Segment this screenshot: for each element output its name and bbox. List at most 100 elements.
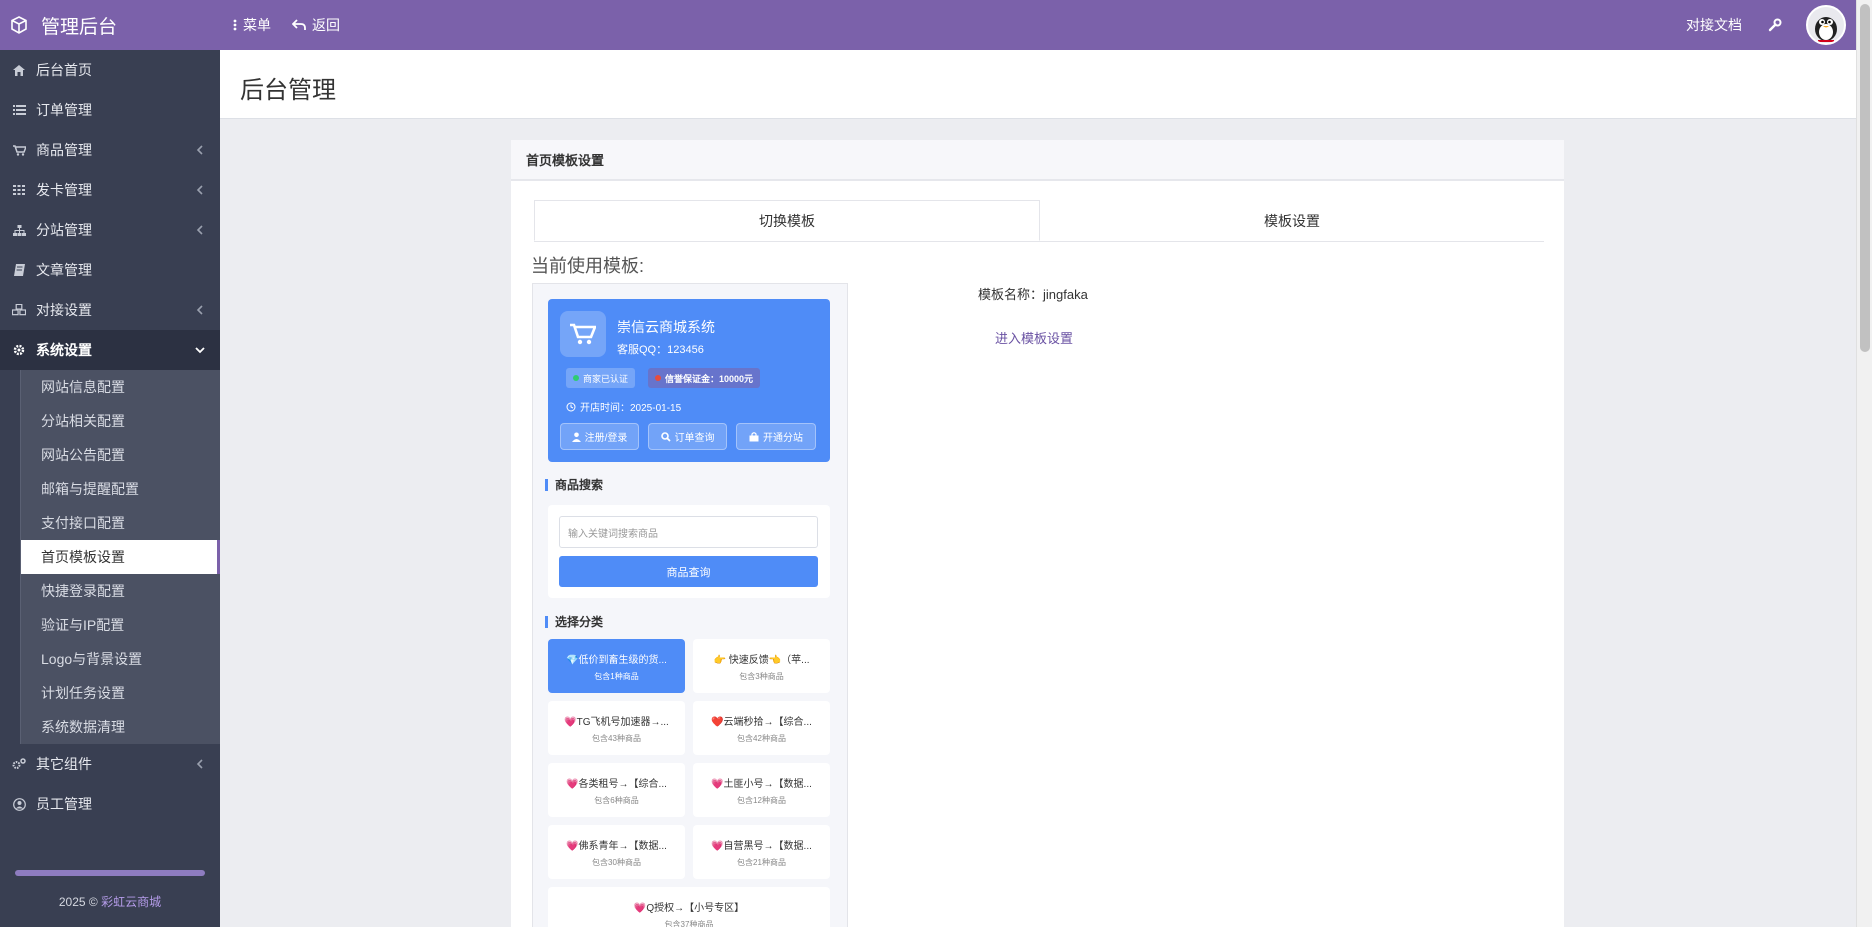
enter-template-settings-link[interactable]: 进入模板设置 bbox=[995, 328, 1073, 347]
sidebar-item-label: 后台首页 bbox=[36, 62, 92, 78]
category-name: 佛系青年→【数据... bbox=[578, 841, 667, 852]
chevron-left-icon bbox=[196, 145, 203, 155]
sidebar-item-label: 分站管理 bbox=[36, 222, 92, 238]
category-section-title: 选择分类 bbox=[545, 616, 603, 628]
heart-icon: ❤️ bbox=[711, 717, 724, 728]
submenu-item-data-cleanup[interactable]: 系统数据清理 bbox=[20, 710, 220, 744]
cart-icon bbox=[12, 143, 26, 157]
chevron-down-icon bbox=[195, 347, 205, 354]
page-scrollbar[interactable] bbox=[1856, 0, 1872, 927]
docs-label: 对接文档 bbox=[1686, 17, 1742, 33]
sidebar-item-cards[interactable]: 发卡管理 bbox=[0, 170, 220, 210]
shopping-bag-icon bbox=[749, 431, 759, 441]
shop-logo bbox=[560, 311, 606, 357]
category-item[interactable]: 💗TG飞机号加速器→... 包含43种商品 bbox=[548, 701, 685, 755]
submenu-item-quick-login[interactable]: 快捷登录配置 bbox=[20, 574, 220, 608]
penguin-avatar-icon bbox=[1815, 17, 1837, 42]
copyright-link[interactable]: 彩虹云商城 bbox=[101, 895, 161, 909]
login-register-label: 注册/登录 bbox=[584, 433, 628, 444]
user-circle-icon bbox=[12, 797, 26, 811]
submenu-item-substation-config[interactable]: 分站相关配置 bbox=[20, 404, 220, 438]
sidebar-item-system-settings[interactable]: 系统设置 bbox=[0, 330, 220, 370]
panel-title: 首页模板设置 bbox=[511, 140, 1564, 181]
category-name: 各类租号→【综合... bbox=[578, 779, 667, 790]
category-name: 低价到畜生级的货... bbox=[578, 655, 667, 666]
home-icon bbox=[12, 63, 26, 77]
category-item[interactable]: 💗土匪小号→【数据... 包含12种商品 bbox=[693, 763, 830, 817]
submenu-item-logo-background[interactable]: Logo与背景设置 bbox=[20, 642, 220, 676]
heart-icon: 💗 bbox=[711, 841, 724, 852]
scrollbar-thumb[interactable] bbox=[1860, 4, 1870, 352]
category-item[interactable]: 💗各类租号→【综合... 包含6种商品 bbox=[548, 763, 685, 817]
submenu-item-verification-ip[interactable]: 验证与IP配置 bbox=[20, 608, 220, 642]
sidebar-item-other-components[interactable]: 其它组件 bbox=[0, 744, 220, 784]
category-count: 包含12种商品 bbox=[737, 796, 786, 805]
open-time-text: 开店时间：2025-01-15 bbox=[580, 403, 682, 414]
sidebar-item-label: 对接设置 bbox=[36, 302, 92, 318]
grid-icon bbox=[12, 183, 26, 197]
tab-template-settings[interactable]: 模板设置 bbox=[1040, 200, 1544, 241]
copyright-text: 2025 © bbox=[58, 895, 98, 909]
avatar[interactable] bbox=[1806, 5, 1846, 45]
sidebar-item-label: 发卡管理 bbox=[36, 182, 92, 198]
sidebar-item-label: 系统设置 bbox=[36, 342, 92, 358]
sidebar-item-home[interactable]: 后台首页 bbox=[0, 50, 220, 90]
clock-icon bbox=[566, 402, 576, 411]
sidebar-item-products[interactable]: 商品管理 bbox=[0, 130, 220, 170]
docs-link[interactable]: 对接文档 bbox=[1686, 0, 1742, 50]
sidebar-item-label: 文章管理 bbox=[36, 262, 92, 278]
brand[interactable]: 管理后台 bbox=[0, 0, 220, 50]
category-name: 快速反馈👈（苹... bbox=[728, 655, 810, 666]
user-icon bbox=[571, 432, 581, 442]
chevron-left-icon bbox=[196, 305, 203, 315]
category-count: 包含43种商品 bbox=[592, 734, 641, 743]
back-arrow-icon bbox=[292, 19, 306, 30]
category-item[interactable]: 💗自营黑号→【数据... 包含21种商品 bbox=[693, 825, 830, 879]
submenu-item-homepage-template[interactable]: 首页模板设置 bbox=[20, 540, 220, 574]
sidebar-item-label: 订单管理 bbox=[36, 102, 92, 118]
open-substation-button[interactable]: 开通分站 bbox=[736, 423, 816, 450]
category-item[interactable]: 💗Q授权→【小号专区】 包含37种商品 bbox=[548, 887, 830, 927]
shop-name: 崇信云商城系统 bbox=[617, 319, 715, 335]
sidebar-item-articles[interactable]: 文章管理 bbox=[0, 250, 220, 290]
category-item[interactable]: 💗佛系青年→【数据... 包含30种商品 bbox=[548, 825, 685, 879]
sidebar-item-orders[interactable]: 订单管理 bbox=[0, 90, 220, 130]
order-query-button[interactable]: 订单查询 bbox=[648, 423, 727, 450]
heart-icon: 💗 bbox=[566, 841, 579, 852]
category-count: 包含21种商品 bbox=[737, 858, 786, 867]
submenu-item-announcement[interactable]: 网站公告配置 bbox=[20, 438, 220, 472]
submenu-item-email[interactable]: 邮箱与提醒配置 bbox=[20, 472, 220, 506]
submenu-item-site-info[interactable]: 网站信息配置 bbox=[20, 370, 220, 404]
tab-switch-template[interactable]: 切换模板 bbox=[534, 200, 1040, 241]
category-name: 自营黑号→【数据... bbox=[723, 841, 812, 852]
sidebar-item-substations[interactable]: 分站管理 bbox=[0, 210, 220, 250]
category-count: 包含6种商品 bbox=[594, 796, 639, 805]
menu-dots-icon bbox=[233, 19, 237, 31]
sidebar-item-integration[interactable]: 对接设置 bbox=[0, 290, 220, 330]
category-item[interactable]: 💎低价到畜生级的货... 包含1种商品 bbox=[548, 639, 685, 693]
settings-button[interactable] bbox=[1768, 0, 1788, 50]
category-item[interactable]: 👉 快速反馈👈（苹... 包含3种商品 bbox=[693, 639, 830, 693]
template-preview[interactable]: 崇信云商城系统 客服QQ：123456 商家已认证 信誉保证金：10000元 开… bbox=[532, 283, 848, 927]
category-item[interactable]: ❤️云端秒拾→【综合... 包含42种商品 bbox=[693, 701, 830, 755]
category-count: 包含1种商品 bbox=[594, 672, 639, 681]
back-button[interactable]: 返回 bbox=[292, 0, 340, 50]
open-time: 开店时间：2025-01-15 bbox=[566, 399, 681, 414]
menu-button[interactable]: 菜单 bbox=[233, 0, 271, 50]
product-search-input[interactable]: 输入关键词搜索商品 bbox=[559, 516, 818, 548]
product-search-button[interactable]: 商品查询 bbox=[559, 556, 818, 587]
cubes-icon bbox=[12, 303, 26, 317]
sidebar-item-label: 其它组件 bbox=[36, 756, 92, 772]
login-register-button[interactable]: 注册/登录 bbox=[560, 423, 639, 450]
template-settings-panel: 首页模板设置 切换模板 模板设置 当前使用模板: 崇信云商城系统 客服QQ：12… bbox=[511, 140, 1564, 927]
sidebar-item-staff[interactable]: 员工管理 bbox=[0, 784, 220, 824]
sidebar: 后台首页 订单管理 商品管理 发卡管理 分站管理 文章管理 对接设置 系统设置 … bbox=[0, 50, 220, 927]
brand-title: 管理后台 bbox=[41, 16, 118, 38]
submenu-item-payment[interactable]: 支付接口配置 bbox=[20, 506, 220, 540]
gear-icon bbox=[12, 343, 26, 357]
menu-label: 菜单 bbox=[243, 17, 271, 33]
submenu-item-cron-tasks[interactable]: 计划任务设置 bbox=[20, 676, 220, 710]
verified-badge: 商家已认证 bbox=[566, 368, 636, 388]
verified-dot-icon bbox=[573, 375, 579, 381]
order-query-label: 订单查询 bbox=[674, 433, 715, 444]
